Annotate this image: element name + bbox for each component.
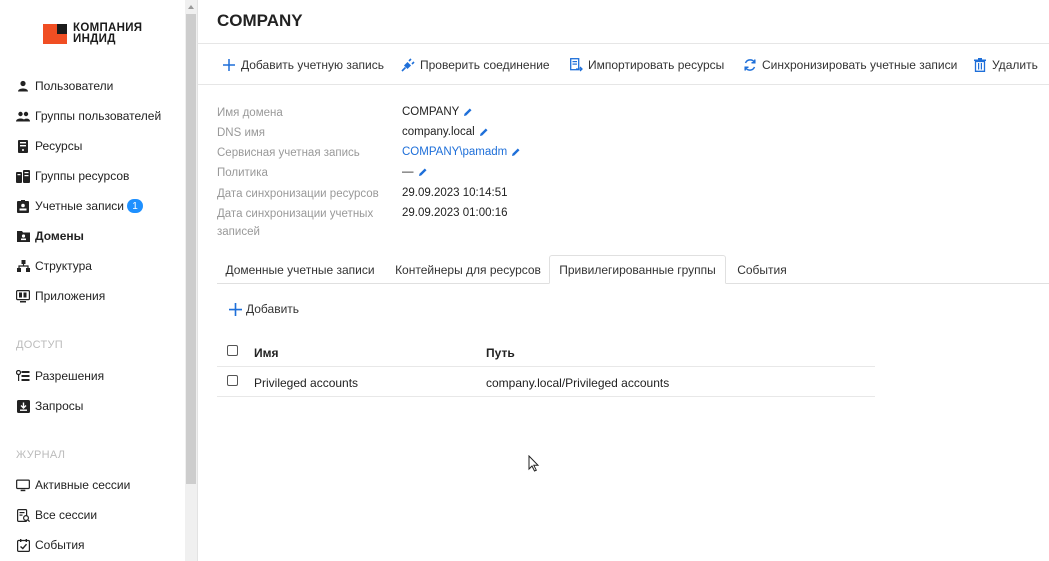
dns-name-value: company.local: [402, 126, 489, 138]
mouse-cursor-icon: [528, 455, 540, 472]
sidebar-item-permissions[interactable]: Разрешения: [16, 366, 104, 386]
account-sync-value: 29.09.2023 01:00:16: [402, 207, 508, 219]
sidebar-item-domains[interactable]: Домены: [16, 226, 84, 246]
title-divider: [198, 43, 1049, 44]
import-icon: [569, 58, 583, 72]
sidebar-scrollbar[interactable]: [185, 0, 197, 561]
toolbar-divider: [198, 84, 1049, 85]
sidebar-item-user-groups[interactable]: Группы пользователей: [16, 106, 161, 126]
tab-events[interactable]: События: [729, 255, 795, 284]
accounts-badge: 1: [127, 199, 143, 213]
main-content: COMPANY Добавить учетную запись Проверит…: [198, 0, 1049, 561]
sidebar-item-applications[interactable]: Приложения: [16, 286, 105, 306]
sessions-icon: [16, 508, 30, 522]
column-header-path[interactable]: Путь: [486, 346, 515, 360]
table-row[interactable]: Privileged accounts company.local/Privil…: [217, 367, 875, 397]
users-icon: [16, 109, 30, 123]
server-icon: [16, 139, 30, 153]
sidebar-item-structure[interactable]: Структура: [16, 256, 92, 276]
select-all-checkbox[interactable]: [227, 345, 238, 356]
logo-mark-icon: [43, 24, 67, 44]
row-name: Privileged accounts: [254, 376, 359, 390]
scrollbar-thumb[interactable]: [186, 14, 196, 484]
edit-policy-icon[interactable]: [418, 167, 428, 177]
tab-resource-containers[interactable]: Контейнеры для ресурсов: [389, 255, 547, 284]
resource-sync-value: 29.09.2023 10:14:51: [402, 187, 508, 199]
edit-dns-name-icon[interactable]: [479, 127, 489, 137]
sidebar-item-events[interactable]: События: [16, 535, 85, 555]
column-header-name[interactable]: Имя: [254, 346, 279, 360]
row-checkbox[interactable]: [227, 375, 238, 386]
account-sync-label: Дата синхронизации учетных записей: [217, 208, 374, 238]
scroll-up-arrow-icon[interactable]: [188, 5, 194, 9]
domain-name-label: Имя домена: [217, 107, 283, 119]
sidebar-item-resources[interactable]: Ресурсы: [16, 136, 82, 156]
domain-name-value: COMPANY: [402, 106, 473, 118]
add-group-button[interactable]: Добавить: [229, 302, 299, 316]
tab-domain-accounts[interactable]: Доменные учетные записи: [220, 255, 380, 284]
plus-icon: [222, 58, 236, 72]
sidebar-item-resource-groups[interactable]: Группы ресурсов: [16, 166, 129, 186]
sidebar: КОМПАНИЯ ИНДИД Пользователи Группы польз…: [0, 0, 185, 561]
edit-service-account-icon[interactable]: [511, 147, 521, 157]
server-group-icon: [16, 169, 30, 183]
plug-icon: [401, 58, 415, 72]
sidebar-item-users[interactable]: Пользователи: [16, 76, 113, 96]
permissions-icon: [16, 369, 30, 383]
sidebar-item-all-sessions[interactable]: Все сессии: [16, 505, 97, 525]
resource-sync-label: Дата синхронизации ресурсов: [217, 188, 379, 200]
tree-icon: [16, 259, 30, 273]
add-account-button[interactable]: Добавить учетную запись: [222, 56, 384, 74]
tab-privileged-groups[interactable]: Привилегированные группы: [549, 255, 726, 284]
check-connection-button[interactable]: Проверить соединение: [401, 56, 550, 74]
app-icon: [16, 289, 30, 303]
sidebar-item-accounts[interactable]: Учетные записи 1: [16, 196, 143, 216]
service-account-value[interactable]: COMPANY\pamadm: [402, 146, 521, 158]
import-resources-button[interactable]: Импортировать ресурсы: [569, 56, 724, 74]
service-account-label: Сервисная учетная запись: [217, 147, 360, 159]
row-path: company.local/Privileged accounts: [486, 376, 670, 390]
monitor-icon: [16, 478, 30, 492]
access-section-title: ДОСТУП: [16, 339, 63, 351]
requests-icon: [16, 399, 30, 413]
privileged-groups-table: Имя Путь Privileged accounts company.loc…: [217, 337, 875, 397]
table-header-row: Имя Путь: [217, 337, 875, 367]
id-card-icon: [16, 199, 30, 213]
sync-icon: [743, 58, 757, 72]
sidebar-item-requests[interactable]: Запросы: [16, 396, 83, 416]
logo[interactable]: КОМПАНИЯ ИНДИД: [43, 22, 143, 45]
delete-button[interactable]: Удалить: [973, 56, 1038, 74]
dns-name-label: DNS имя: [217, 127, 266, 139]
page-title: COMPANY: [217, 11, 303, 30]
policy-value: —: [402, 166, 428, 178]
plus-icon: [229, 302, 242, 316]
logo-text: КОМПАНИЯ ИНДИД: [73, 22, 143, 45]
user-icon: [16, 79, 30, 93]
events-icon: [16, 538, 30, 552]
journal-section-title: ЖУРНАЛ: [16, 449, 66, 461]
edit-domain-name-icon[interactable]: [463, 107, 473, 117]
domain-icon: [16, 229, 30, 243]
trash-icon: [973, 58, 987, 72]
policy-label: Политика: [217, 167, 268, 179]
sync-accounts-button[interactable]: Синхронизировать учетные записи: [743, 56, 957, 74]
sidebar-item-active-sessions[interactable]: Активные сессии: [16, 475, 130, 495]
app-window: КОМПАНИЯ ИНДИД Пользователи Группы польз…: [0, 0, 1049, 561]
